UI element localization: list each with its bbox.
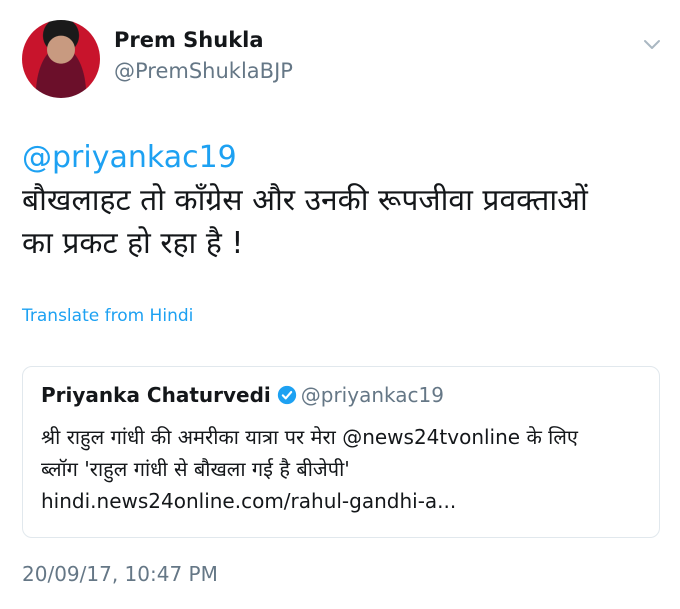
tweet-mention[interactable]: @priyankac19 bbox=[22, 136, 662, 179]
translate-link[interactable]: Translate from Hindi bbox=[22, 306, 193, 326]
tweet-timestamp: 20/09/17, 10:47 PM bbox=[22, 562, 218, 586]
quoted-line-1: श्री राहुल गांधी की अमरीका यात्रा पर मेर… bbox=[41, 425, 578, 449]
author-handle[interactable]: @PremShuklaBJP bbox=[114, 59, 293, 83]
quoted-tweet-body: श्री राहुल गांधी की अमरीका यात्रा पर मेर… bbox=[41, 421, 641, 517]
verified-badge-icon bbox=[277, 385, 296, 405]
author-name[interactable]: Prem Shukla bbox=[114, 28, 264, 52]
quoted-author-handle: @priyankac19 bbox=[300, 383, 444, 407]
author-avatar[interactable] bbox=[22, 20, 100, 98]
quoted-link[interactable]: hindi.news24online.com/rahul-gandhi-a... bbox=[41, 485, 641, 517]
quoted-author-name: Priyanka Chaturvedi bbox=[41, 383, 271, 407]
tweet-line-1: बौखलाहट तो कॉंग्रेस और उनकी रूपजीवा प्रव… bbox=[22, 183, 588, 218]
quoted-line-2: ब्लॉग 'राहुल गांधी से बौखला गई है बीजेपी… bbox=[41, 457, 350, 481]
quoted-tweet-header: Priyanka Chaturvedi @priyankac19 bbox=[41, 383, 444, 407]
tweet-line-2: का प्रकट हो रहा है ! bbox=[22, 226, 244, 261]
quoted-tweet-card[interactable]: Priyanka Chaturvedi @priyankac19 श्री रा… bbox=[22, 366, 660, 538]
tweet-text: @priyankac19 बौखलाहट तो कॉंग्रेस और उनकी… bbox=[22, 136, 662, 265]
chevron-down-icon[interactable] bbox=[640, 32, 664, 56]
